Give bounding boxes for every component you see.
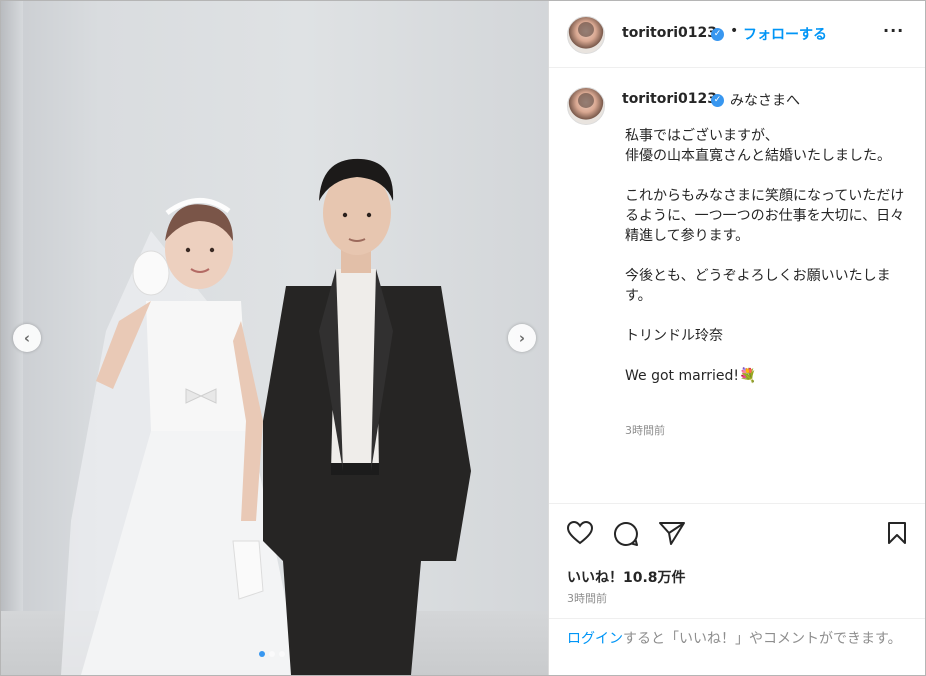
follow-button[interactable]: フォローする bbox=[743, 24, 827, 44]
username-link[interactable]: toritori0123 bbox=[622, 25, 717, 41]
post-side-panel: toritori0123 ✓ • フォローする ··· toritori0123… bbox=[549, 1, 925, 675]
login-link[interactable]: ログイン bbox=[567, 631, 623, 647]
separator-dot: • bbox=[730, 23, 739, 39]
share-icon[interactable] bbox=[659, 521, 685, 545]
like-count[interactable]: いいね！10.8万件 bbox=[567, 567, 686, 587]
post-photo: ‹ › bbox=[1, 1, 548, 675]
caption-paragraph: これからもみなさまに笑顔になっていただけるように、一つ一つのお仕事を大切に、日々… bbox=[625, 188, 905, 244]
verified-badge-icon: ✓ bbox=[711, 94, 724, 107]
caption-greeting: みなさまへ bbox=[730, 93, 800, 109]
login-message: すると「いいね！」やコメントができます。 bbox=[623, 631, 902, 647]
carousel-dot bbox=[269, 651, 275, 657]
caption-section: toritori0123 ✓ みなさまへ 私事ではございますが、 俳優の山本直寛… bbox=[549, 68, 925, 503]
avatar[interactable] bbox=[567, 87, 605, 125]
post-header: toritori0123 ✓ • フォローする ··· bbox=[549, 1, 925, 68]
carousel-indicator bbox=[259, 651, 285, 657]
caption-paragraph: 私事ではございますが、 俳優の山本直寛さんと結婚いたしました。 bbox=[625, 128, 891, 164]
caption-timestamp[interactable]: 3時間前 bbox=[625, 422, 665, 438]
carousel-dot bbox=[259, 651, 265, 657]
carousel-next-button[interactable]: › bbox=[508, 324, 536, 352]
login-prompt-text: ログインすると「いいね！」やコメントができます。 bbox=[567, 629, 912, 650]
caption-paragraph: We got married!💐 bbox=[625, 368, 757, 384]
heart-icon[interactable] bbox=[567, 521, 593, 545]
action-bar: いいね！10.8万件 3時間前 ログインすると「いいね！」やコメントができます。 bbox=[549, 503, 925, 674]
bookmark-icon[interactable] bbox=[887, 521, 907, 545]
caption-text: 私事ではございますが、 俳優の山本直寛さんと結婚いたしました。 これからもみなさ… bbox=[625, 126, 905, 386]
more-options-icon[interactable]: ··· bbox=[883, 21, 904, 40]
carousel-prev-button[interactable]: ‹ bbox=[13, 324, 41, 352]
caption-username-link[interactable]: toritori0123 bbox=[622, 91, 717, 107]
carousel-dot bbox=[279, 651, 285, 657]
wedding-couple-illustration bbox=[61, 158, 471, 675]
post-timestamp[interactable]: 3時間前 bbox=[567, 590, 607, 606]
caption-paragraph: トリンドル玲奈 bbox=[625, 328, 723, 344]
avatar[interactable] bbox=[567, 16, 605, 54]
login-prompt: ログインすると「いいね！」やコメントができます。 bbox=[549, 618, 925, 675]
verified-badge-icon: ✓ bbox=[711, 28, 724, 41]
comment-icon[interactable] bbox=[613, 521, 639, 547]
caption-paragraph: 今後とも、どうぞよろしくお願いいたします。 bbox=[625, 268, 891, 304]
instagram-post-window: ‹ › toritori0123 ✓ • フォローする ··· toritori… bbox=[0, 0, 926, 676]
